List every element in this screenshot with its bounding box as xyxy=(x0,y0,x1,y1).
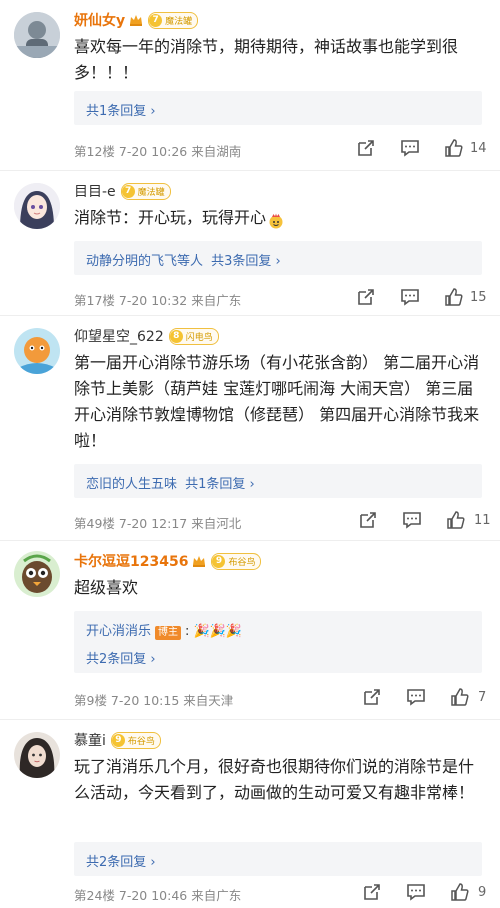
like-icon[interactable] xyxy=(444,287,464,307)
like-count: 9 xyxy=(478,885,487,900)
reply-box[interactable]: 共2条回复 › xyxy=(74,842,482,876)
avatar[interactable] xyxy=(14,12,60,58)
comment-icon[interactable] xyxy=(400,138,420,158)
username-text[interactable]: 妍仙女y xyxy=(74,10,125,30)
reply-summary[interactable]: 动静分明的飞飞等人 共3条回复 › xyxy=(86,250,281,269)
comment-text: 第一届开心消除节游乐场（有小花张含韵） 第二届开心消除节上美影（葫芦娃 宝莲灯哪… xyxy=(74,353,480,450)
like-icon[interactable] xyxy=(444,138,464,158)
avatar[interactable] xyxy=(14,732,60,778)
view-replies-link[interactable]: 共3条回复 › xyxy=(211,254,281,269)
level-badge: 9 布谷鸟 xyxy=(211,552,262,570)
reply-summary[interactable]: 恋旧的人生五味 共1条回复 › xyxy=(86,473,255,492)
comment-item: 目目-e 7 魔法罐 消除节：开心玩，玩得开心 动静分明的飞飞等人 共3条回复 ›… xyxy=(0,171,500,315)
username[interactable]: 目目-e 7 魔法罐 xyxy=(74,181,171,201)
like-count: 14 xyxy=(470,141,487,156)
level-badge: 8 闪电鸟 xyxy=(168,327,219,345)
reply-users[interactable]: 动静分明的飞飞等人 xyxy=(86,254,203,269)
share-icon[interactable] xyxy=(362,687,382,707)
crown-icon xyxy=(193,556,206,567)
avatar[interactable] xyxy=(14,183,60,229)
reply-box[interactable]: 动静分明的飞飞等人 共3条回复 › xyxy=(74,241,482,275)
comment-meta: 第9楼 7-20 10:15 来自天津 xyxy=(74,693,234,708)
username-text[interactable]: 目目-e xyxy=(74,181,116,201)
reply-text: : 🎉🎉🎉 xyxy=(185,624,243,639)
crown-icon xyxy=(130,15,143,26)
share-icon[interactable] xyxy=(358,510,378,530)
view-replies-link[interactable]: 共1条回复 › xyxy=(185,477,255,492)
reply-box[interactable]: 共1条回复 › xyxy=(74,91,482,125)
reply-author[interactable]: 开心消消乐 xyxy=(86,624,151,639)
view-replies-link[interactable]: 共1条回复 › xyxy=(86,100,156,119)
like-icon[interactable] xyxy=(446,510,466,530)
like-count: 15 xyxy=(470,290,487,305)
comment-meta: 第24楼 7-20 10:46 来自广东 xyxy=(74,888,242,903)
username-text[interactable]: 慕童i xyxy=(74,730,106,750)
like-count: 7 xyxy=(478,690,487,705)
comment-meta: 第17楼 7-20 10:32 来自广东 xyxy=(74,293,242,308)
reply-box[interactable]: 恋旧的人生五味 共1条回复 › xyxy=(74,464,482,498)
share-icon[interactable] xyxy=(356,138,376,158)
avatar[interactable] xyxy=(14,551,60,597)
username[interactable]: 妍仙女y 7 魔法罐 xyxy=(74,10,199,30)
comment-text: 玩了消消乐几个月，很好奇也很期待你们说的消除节是什么活动，今天看到了，动画做的生… xyxy=(74,757,475,802)
comment-icon[interactable] xyxy=(400,287,420,307)
view-replies-link[interactable]: 共2条回复 › xyxy=(86,648,156,667)
comment-meta: 第49楼 7-20 12:17 来自河北 xyxy=(74,516,242,531)
like-count: 11 xyxy=(474,513,491,528)
username[interactable]: 慕童i 9 布谷鸟 xyxy=(74,730,161,750)
username[interactable]: 卡尔逗逗123456 9 布谷鸟 xyxy=(74,551,262,571)
reply-box[interactable]: 开心消消乐 博主: 🎉🎉🎉 共2条回复 › xyxy=(74,611,482,673)
share-icon[interactable] xyxy=(362,882,382,902)
like-icon[interactable] xyxy=(450,882,470,902)
comment-text: 超级喜欢 xyxy=(74,578,139,597)
comment-text: 消除节：开心玩，玩得开心 xyxy=(74,205,484,231)
reply-preview: 开心消消乐 博主: 🎉🎉🎉 xyxy=(86,620,242,640)
emoji-icon xyxy=(268,211,284,228)
comment-item: 仰望星空_622 8 闪电鸟 第一届开心消除节游乐场（有小花张含韵） 第二届开心消… xyxy=(0,316,500,540)
username[interactable]: 仰望星空_622 8 闪电鸟 xyxy=(74,326,219,346)
comment-item: 卡尔逗逗123456 9 布谷鸟 超级喜欢 开心消消乐 博主: 🎉🎉🎉 共2条回复 … xyxy=(0,541,500,719)
comment-icon[interactable] xyxy=(402,510,422,530)
username-text[interactable]: 卡尔逗逗123456 xyxy=(74,551,188,571)
share-icon[interactable] xyxy=(356,287,376,307)
comment-icon[interactable] xyxy=(406,882,426,902)
comment-text: 喜欢每一年的消除节，期待期待，神话故事也能学到很多！！！ xyxy=(74,37,459,82)
comment-icon[interactable] xyxy=(406,687,426,707)
level-badge: 7 魔法罐 xyxy=(148,11,199,29)
like-icon[interactable] xyxy=(450,687,470,707)
avatar[interactable] xyxy=(14,328,60,374)
username-text[interactable]: 仰望星空_622 xyxy=(74,326,164,346)
comment-meta: 第12楼 7-20 10:26 来自湖南 xyxy=(74,144,242,159)
view-replies-link[interactable]: 共2条回复 › xyxy=(86,851,156,870)
author-tag: 博主 xyxy=(155,626,182,640)
reply-users[interactable]: 恋旧的人生五味 xyxy=(86,477,177,492)
level-badge: 7 魔法罐 xyxy=(120,182,171,200)
comment-item: 慕童i 9 布谷鸟 玩了消消乐几个月，很好奇也很期待你们说的消除节是什么活动，今天… xyxy=(0,720,500,908)
level-badge: 9 布谷鸟 xyxy=(110,731,161,749)
comment-item: 妍仙女y 7 魔法罐 喜欢每一年的消除节，期待期待，神话故事也能学到很多！！！ 共… xyxy=(0,0,500,170)
